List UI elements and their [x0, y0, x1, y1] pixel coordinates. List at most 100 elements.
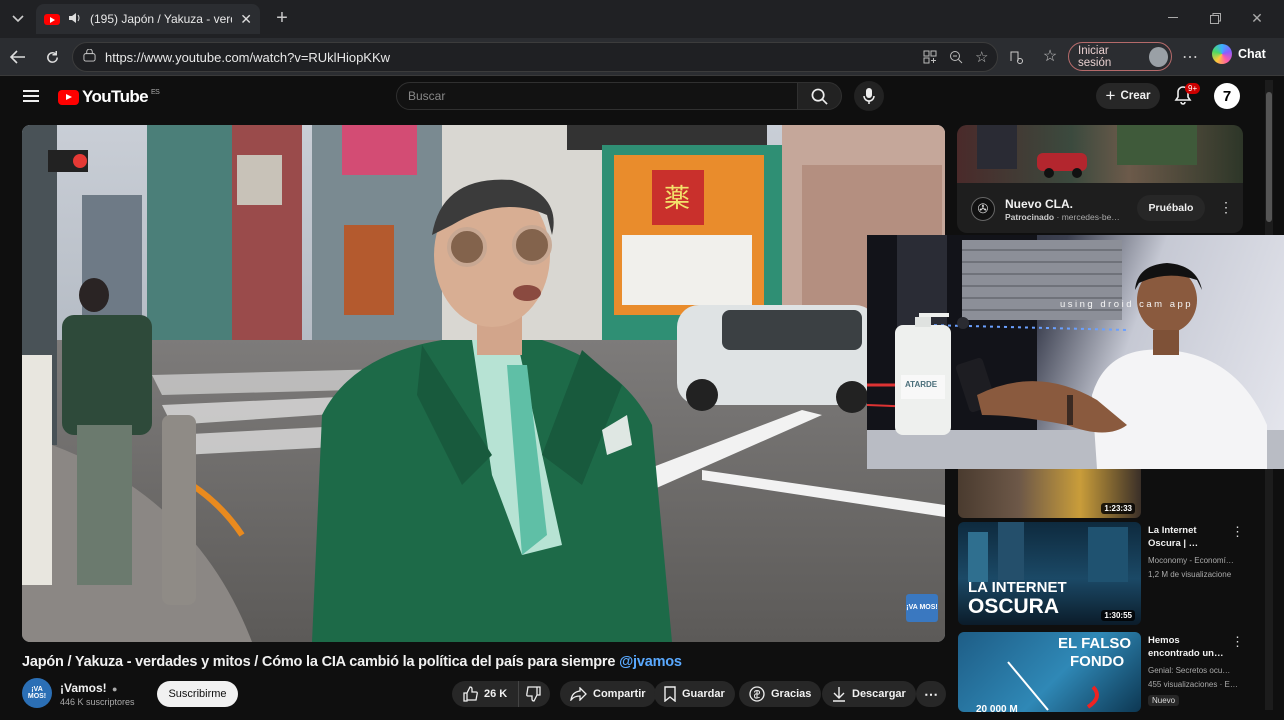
profile-avatar-icon: [1148, 46, 1168, 67]
read-aloud-icon[interactable]: [1006, 47, 1026, 67]
recommendation-channel[interactable]: Genial: Secretos ocu…: [1148, 665, 1230, 677]
notification-count-badge: 9+: [1185, 83, 1201, 94]
ad-image: [957, 125, 1243, 183]
ad-menu-dots-icon[interactable]: ⋮: [1219, 199, 1233, 216]
scrollbar-thumb[interactable]: [1266, 92, 1272, 222]
signin-label: Iniciar sesión: [1078, 44, 1112, 69]
subscriber-count: 446 K suscriptores: [60, 697, 135, 707]
youtube-header: YouTube ES Buscar + Crear 9+ 7: [0, 77, 1284, 117]
video-title-hashtag-link[interactable]: @jvamos: [619, 654, 682, 670]
channel-name-text: ¡Vamos!: [60, 681, 107, 695]
video-title-text: Japón / Yakuza - verdades y mitos / Cómo…: [22, 654, 616, 670]
thumb-text-line-1: EL FALSO: [1058, 635, 1132, 652]
back-arrow-icon[interactable]: [8, 47, 28, 67]
favorite-star-icon[interactable]: ☆: [975, 48, 988, 66]
browser-tab-active[interactable]: (195) Japón / Yakuza - verdad ✕: [36, 4, 260, 34]
speaker-icon[interactable]: [68, 12, 82, 27]
recommendation-views: 455 visualizaciones · E…: [1148, 680, 1238, 689]
video-title: Japón / Yakuza - verdades y mitos / Cómo…: [22, 654, 682, 670]
thumb-text-line-1: LA INTERNET: [968, 579, 1067, 596]
mercedes-logo-icon: ✇: [971, 197, 995, 221]
channel-name[interactable]: ¡Vamos! ●: [60, 681, 117, 695]
tab-title: (195) Japón / Yakuza - verdad: [90, 12, 232, 26]
save-label: Guardar: [682, 688, 725, 700]
video-duration: 1:30:55: [1101, 610, 1135, 621]
sponsored-ad-card[interactable]: ✇ Nuevo CLA. Patrocinado · mercedes-be… …: [957, 125, 1243, 233]
hamburger-menu-icon[interactable]: [22, 87, 40, 105]
recommendation-title[interactable]: Hemos encontrado un…: [1148, 634, 1228, 660]
thanks-button[interactable]: Gracias: [739, 681, 822, 707]
tab-list-chevron-icon[interactable]: [8, 10, 28, 28]
browser-address-bar: https://www.youtube.com/watch?v=RUklHiop…: [0, 38, 1284, 76]
recommendation-thumbnail[interactable]: LA INTERNET OSCURA 1:30:55: [958, 522, 1141, 625]
webcam-caption: using droid cam app: [1060, 299, 1194, 310]
more-actions-button[interactable]: ⋯: [916, 681, 946, 707]
bookmark-icon: [664, 686, 676, 702]
signin-button[interactable]: Iniciar sesión: [1068, 42, 1172, 71]
zoom-icon[interactable]: [949, 50, 963, 67]
create-button[interactable]: + Crear: [1096, 83, 1160, 109]
recommendation-menu-dots-icon[interactable]: ⋮: [1231, 634, 1244, 650]
copilot-chat-button[interactable]: Chat: [1212, 44, 1266, 64]
save-button[interactable]: Guardar: [654, 681, 735, 707]
subscribe-button[interactable]: Suscribirme: [157, 681, 238, 707]
webcam-overlay: ATARDE using droid cam app: [867, 235, 1284, 469]
channel-avatar[interactable]: ¡VA MOS!: [22, 678, 52, 708]
more-dots-icon: ⋯: [924, 685, 938, 702]
download-button[interactable]: Descargar: [822, 681, 916, 707]
minimize-window-icon[interactable]: [1164, 9, 1182, 27]
create-label: Crear: [1120, 90, 1151, 102]
app-available-icon[interactable]: [923, 50, 937, 67]
video-player[interactable]: 薬: [22, 125, 945, 642]
svg-text:薬: 薬: [664, 184, 690, 214]
youtube-logo[interactable]: YouTube ES: [58, 87, 160, 107]
ad-cta-button[interactable]: Pruébalo: [1137, 195, 1205, 221]
url-field[interactable]: https://www.youtube.com/watch?v=RUklHiop…: [72, 42, 998, 72]
search-input[interactable]: Buscar: [396, 82, 798, 110]
more-menu-icon[interactable]: ⋯: [1180, 47, 1200, 67]
restore-window-icon[interactable]: [1206, 9, 1224, 27]
video-duration: 1:23:33: [1101, 503, 1135, 514]
like-button[interactable]: 26 K: [452, 681, 518, 707]
share-arrow-icon: [570, 687, 587, 701]
recommendation-title[interactable]: La Internet Oscura | …: [1148, 524, 1228, 550]
thumb-text-line-3: 20 000 M: [976, 704, 1018, 712]
account-avatar[interactable]: 7: [1214, 83, 1240, 109]
voice-search-button[interactable]: [854, 81, 884, 111]
recommendation-thumbnail[interactable]: EL FALSO FONDO 20 000 M: [958, 632, 1141, 712]
site-info-icon[interactable]: [83, 48, 96, 65]
bottle-label: ATARDE: [905, 380, 938, 389]
download-label: Descargar: [852, 688, 906, 700]
ad-sponsored-label: Patrocinado: [1005, 212, 1055, 222]
logo-text: YouTube: [82, 87, 149, 106]
new-badge: Nuevo: [1148, 695, 1180, 706]
recommendation-views: 1,2 M de visualizacione: [1148, 570, 1232, 579]
webcam-scene: [867, 235, 1284, 469]
url-text: https://www.youtube.com/watch?v=RUklHiop…: [105, 49, 391, 65]
search-icon: [811, 88, 828, 105]
chat-label: Chat: [1238, 47, 1266, 61]
copilot-icon: [1212, 44, 1232, 64]
share-label: Compartir: [593, 688, 646, 700]
share-button[interactable]: Compartir: [560, 681, 656, 707]
youtube-play-logo-icon: [58, 89, 79, 105]
dislike-button[interactable]: [518, 681, 550, 707]
like-count: 26 K: [484, 688, 508, 700]
channel-watermark[interactable]: ¡VA MOS!: [906, 594, 938, 622]
thumbs-up-icon: [463, 686, 478, 702]
close-window-icon[interactable]: ✕: [1248, 9, 1266, 27]
favorites-icon[interactable]: ☆: [1040, 46, 1060, 66]
ad-domain: mercedes-be…: [1061, 212, 1120, 222]
plus-icon: +: [1105, 86, 1116, 105]
logo-country: ES: [151, 88, 160, 96]
tab-close-icon[interactable]: ✕: [240, 11, 252, 28]
video-frame-street-scene: 薬: [22, 125, 945, 642]
search-button[interactable]: [797, 82, 842, 110]
recommendation-channel[interactable]: Moconomy - Economí…: [1148, 555, 1234, 567]
browser-tab-bar: (195) Japón / Yakuza - verdad ✕ + ✕: [0, 0, 1284, 38]
new-tab-plus-icon[interactable]: +: [272, 7, 292, 29]
ad-title: Nuevo CLA.: [1005, 197, 1074, 211]
thumbs-down-icon: [526, 686, 541, 702]
reload-icon[interactable]: [42, 47, 62, 67]
recommendation-menu-dots-icon[interactable]: ⋮: [1231, 524, 1244, 540]
